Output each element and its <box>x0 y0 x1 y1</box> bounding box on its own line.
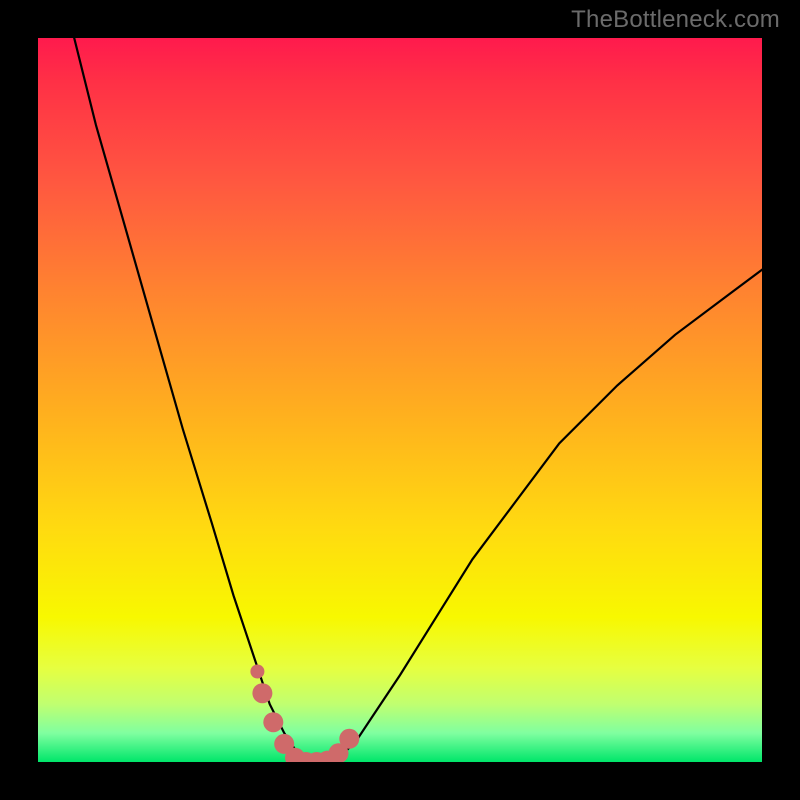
highlight-dot <box>339 729 359 749</box>
chart-frame: TheBottleneck.com <box>0 0 800 800</box>
highlight-dot-outlier <box>250 665 264 679</box>
highlight-dot <box>263 712 283 732</box>
watermark-text: TheBottleneck.com <box>571 6 780 34</box>
chart-plot-area <box>38 38 762 762</box>
bottleneck-curve <box>74 38 762 762</box>
chart-svg <box>38 38 762 762</box>
highlight-dot <box>252 683 272 703</box>
curve-highlight-minimum <box>250 665 359 763</box>
